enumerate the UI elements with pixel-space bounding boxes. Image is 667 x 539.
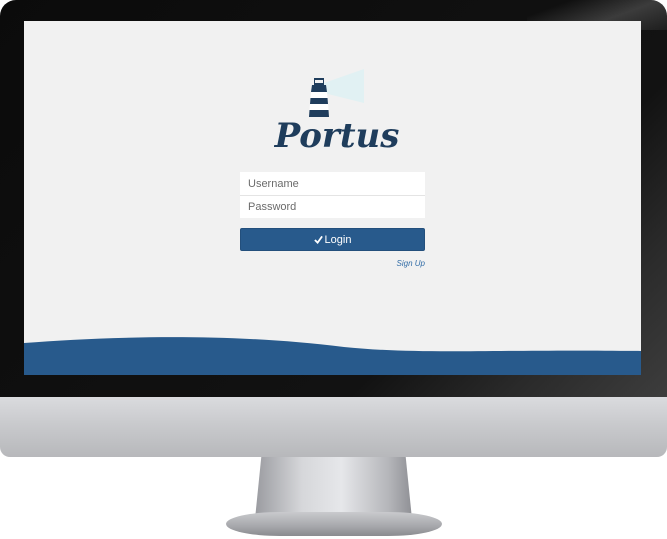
lighthouse-logo-icon: Portus bbox=[274, 69, 399, 156]
wave-decoration bbox=[24, 337, 641, 375]
signup-link[interactable]: Sign Up bbox=[397, 259, 425, 268]
check-icon bbox=[313, 235, 323, 244]
login-form: Login Sign Up bbox=[240, 172, 425, 268]
monitor-chin bbox=[0, 397, 667, 457]
logo-text: Portus bbox=[274, 116, 399, 156]
login-button-label: Login bbox=[324, 233, 352, 246]
password-input[interactable] bbox=[240, 195, 425, 218]
username-input[interactable] bbox=[240, 172, 425, 195]
monitor-stand-base bbox=[226, 512, 442, 536]
login-screen: Portus Login Sign Up bbox=[24, 21, 641, 375]
monitor-stand bbox=[255, 457, 412, 519]
monitor-mockup: Portus Login Sign Up bbox=[0, 0, 667, 539]
login-button[interactable]: Login bbox=[240, 228, 425, 251]
